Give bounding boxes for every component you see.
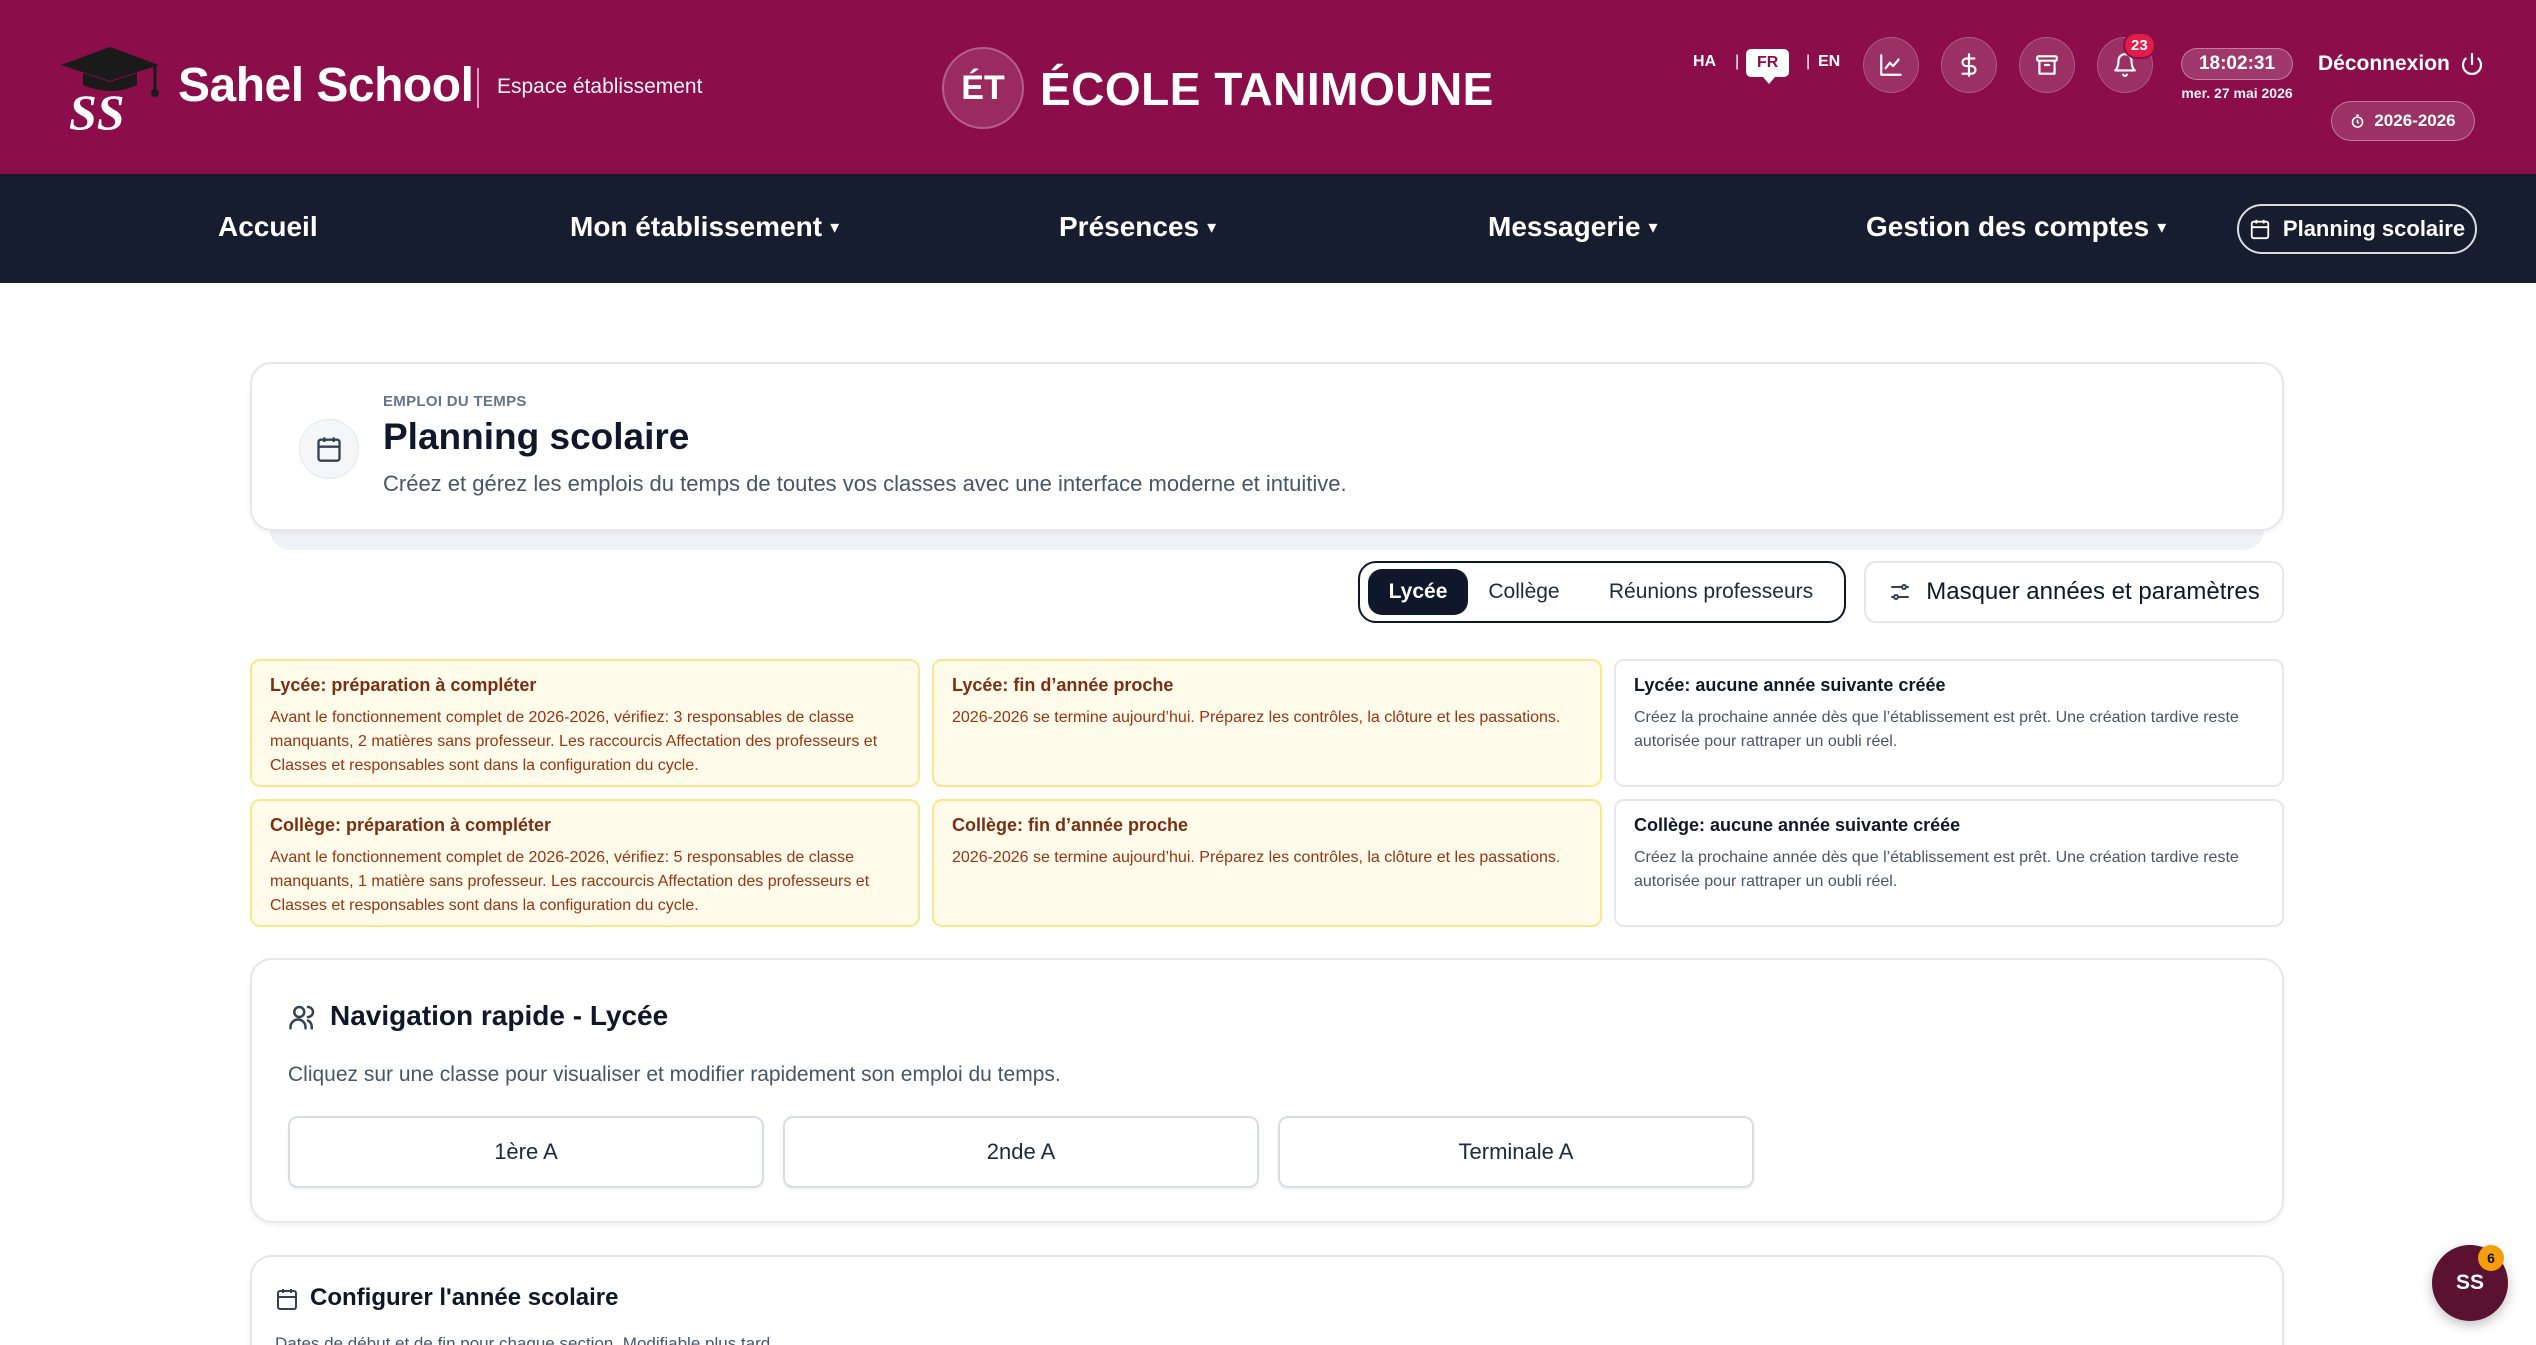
page-description: Créez et gérez les emplois du temps de t… <box>383 471 1347 496</box>
alert-body: Créez la prochaine année dès que l’établ… <box>1634 849 2239 890</box>
calendar-icon <box>317 437 341 462</box>
alert-body: 2026-2026 se termine aujourd’hui. Prépar… <box>952 849 1561 866</box>
alert-body: 2026-2026 se termine aujourd’hui. Prépar… <box>952 709 1561 726</box>
class-button-1ere-a[interactable]: 1ère A <box>288 1116 764 1188</box>
toggle-years-settings-label: Masquer années et paramètres <box>1926 578 2260 605</box>
main-navigation: Accueil Mon établissement ▾ Présences ▾ … <box>0 174 2536 283</box>
chevron-down-icon: ▾ <box>2157 216 2167 237</box>
hero-icon-circle <box>299 419 359 479</box>
chevron-down-icon: ▾ <box>1207 216 1217 237</box>
alert-college-fin-annee: Collège: fin d’année proche 2026-2026 se… <box>932 799 1602 927</box>
planning-scolaire-label: Planning scolaire <box>2282 216 2466 241</box>
chevron-down-icon: ▾ <box>830 216 840 237</box>
planning-scolaire-button[interactable]: Planning scolaire <box>2237 204 2477 254</box>
users-icon <box>288 1002 318 1032</box>
nav-item-gestion-des-comptes[interactable]: Gestion des comptes ▾ <box>1866 211 2166 243</box>
tab-reunions-professeurs[interactable]: Réunions professeurs <box>1586 569 1836 615</box>
notifications-count-badge: 23 <box>2123 32 2156 59</box>
language-separator: | <box>1806 53 1811 70</box>
alert-title: Lycée: fin d’année proche <box>952 675 1174 695</box>
brand-subtitle: Espace établissement <box>497 75 703 98</box>
nav-item-label: Accueil <box>218 211 318 242</box>
alert-title: Collège: préparation à compléter <box>270 815 552 835</box>
archive-icon <box>2036 55 2058 75</box>
alert-body: Avant le fonctionnement complet de 2026-… <box>270 709 878 774</box>
alert-college-preparation: Collège: préparation à compléter Avant l… <box>250 799 920 927</box>
language-en[interactable]: EN <box>1818 53 1840 71</box>
alert-lycee-fin-annee: Lycée: fin d’année proche 2026-2026 se t… <box>932 659 1602 787</box>
svg-text:SS: SS <box>69 84 125 135</box>
chart-icon <box>1880 54 1902 76</box>
school-name: ÉCOLE TANIMOUNE <box>1040 63 1494 115</box>
nav-item-label: Mon établissement <box>570 211 823 242</box>
class-button-2nde-a[interactable]: 2nde A <box>783 1116 1259 1188</box>
page-header-card: EMPLOI DU TEMPS Planning scolaire Créez … <box>250 362 2284 531</box>
configure-school-year-card: Configurer l'année scolaire Dates de déb… <box>250 1255 2284 1345</box>
configure-school-year-title: Configurer l'année scolaire <box>310 1284 619 1311</box>
alert-title: Collège: aucune année suivante créée <box>1634 815 1961 835</box>
archive-button[interactable] <box>2019 37 2075 93</box>
nav-item-presences[interactable]: Présences ▾ <box>1059 211 1216 243</box>
clock-icon <box>2352 113 2364 128</box>
finance-button[interactable] <box>1941 37 1997 93</box>
alert-title: Lycée: préparation à compléter <box>270 675 537 695</box>
alert-lycee-preparation: Lycée: préparation à compléter Avant le … <box>250 659 920 787</box>
sliders-icon <box>1891 584 1910 600</box>
current-time: 18:02:31 <box>2181 48 2293 80</box>
cycle-tabs: Lycée Collège Réunions professeurs <box>1358 561 1846 623</box>
language-separator: | <box>1735 53 1740 70</box>
sahel-school-logo-icon[interactable]: SS <box>55 45 165 140</box>
language-ha[interactable]: HA <box>1693 53 1716 71</box>
nav-item-label: Présences <box>1059 211 1200 242</box>
top-header: SS Sahel School Espace établissement ÉT … <box>0 0 2536 174</box>
page-title: Planning scolaire <box>383 416 690 457</box>
toggle-years-settings-button[interactable]: Masquer années et paramètres <box>1864 561 2284 623</box>
school-year-label: 2026-2026 <box>2374 111 2456 130</box>
quick-navigation-card: Navigation rapide - Lycée Cliquez sur un… <box>250 958 2284 1223</box>
alert-lycee-annee-suivante: Lycée: aucune année suivante créée Créez… <box>1614 659 2284 787</box>
nav-item-accueil[interactable]: Accueil <box>218 211 318 243</box>
calendar-icon <box>275 1287 299 1311</box>
statistics-button[interactable] <box>1863 37 1919 93</box>
assistant-unread-badge: 6 <box>2478 1245 2504 1271</box>
school-initials-badge: ÉT <box>942 47 1024 129</box>
alert-college-annee-suivante: Collège: aucune année suivante créée Cré… <box>1614 799 2284 927</box>
nav-item-label: Messagerie <box>1488 211 1641 242</box>
alert-title: Collège: fin d’année proche <box>952 815 1189 835</box>
configure-school-year-description: Dates de début et de fin pour chaque sec… <box>275 1334 775 1345</box>
class-button-terminale-a[interactable]: Terminale A <box>1278 1116 1754 1188</box>
nav-item-messagerie[interactable]: Messagerie ▾ <box>1488 211 1658 243</box>
quick-navigation-title: Navigation rapide - Lycée <box>330 1000 669 1031</box>
dollar-icon <box>1961 53 1977 77</box>
logout-label: Déconnexion <box>2318 52 2450 75</box>
brand-name[interactable]: Sahel School <box>178 58 474 113</box>
school-year-selector[interactable]: 2026-2026 <box>2331 101 2475 141</box>
language-fr-active[interactable]: FR <box>1746 49 1790 84</box>
logout-button[interactable]: Déconnexion <box>2318 52 2484 76</box>
brand-divider <box>477 68 479 108</box>
tab-lycee[interactable]: Lycée <box>1368 569 1468 615</box>
current-date: mer. 27 mai 2026 <box>2181 85 2293 101</box>
alert-body: Avant le fonctionnement complet de 2026-… <box>270 849 870 914</box>
page-eyebrow: EMPLOI DU TEMPS <box>383 393 527 410</box>
alert-body: Créez la prochaine année dès que l’établ… <box>1634 709 2239 750</box>
nav-item-mon-etablissement[interactable]: Mon établissement ▾ <box>570 211 839 243</box>
tab-college[interactable]: Collège <box>1474 569 1574 615</box>
alert-title: Lycée: aucune année suivante créée <box>1634 675 1946 695</box>
nav-item-label: Gestion des comptes <box>1866 211 2150 242</box>
hero-card-shadow <box>270 530 2264 550</box>
quick-navigation-description: Cliquez sur une classe pour visualiser e… <box>288 1063 1061 1086</box>
power-icon <box>2461 52 2482 75</box>
chevron-down-icon: ▾ <box>1648 216 1658 237</box>
calendar-icon <box>2250 219 2270 240</box>
